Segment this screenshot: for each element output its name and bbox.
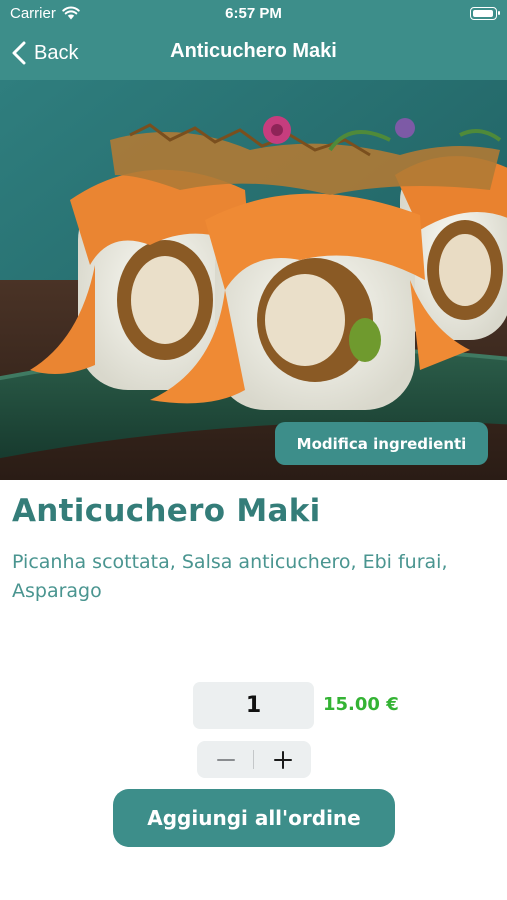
add-to-order-button[interactable]: Aggiungi all'ordine [113, 789, 395, 847]
status-bar: Carrier 6:57 PM [0, 0, 507, 28]
dish-photo [0, 80, 507, 480]
plus-icon [273, 750, 292, 769]
increment-button[interactable] [254, 741, 311, 778]
quantity-field[interactable]: 1 [193, 682, 314, 729]
clock: 6:57 PM [225, 5, 282, 22]
dish-description: Picanha scottata, Salsa anticuchero, Ebi… [12, 551, 448, 602]
battery-icon [470, 7, 500, 20]
minus-icon [216, 758, 235, 761]
back-button[interactable]: Back [12, 38, 78, 68]
dish-name: Anticuchero Maki [12, 493, 321, 529]
back-label: Back [34, 41, 79, 64]
decrement-button[interactable] [197, 741, 254, 778]
edit-ingredients-button[interactable]: Modifica ingredienti [275, 422, 488, 465]
quantity-stepper [197, 741, 311, 778]
price-label: 15.00 € [323, 694, 399, 715]
navigation-bar: Back Anticuchero Maki [0, 28, 507, 80]
chevron-left-icon [12, 41, 26, 65]
